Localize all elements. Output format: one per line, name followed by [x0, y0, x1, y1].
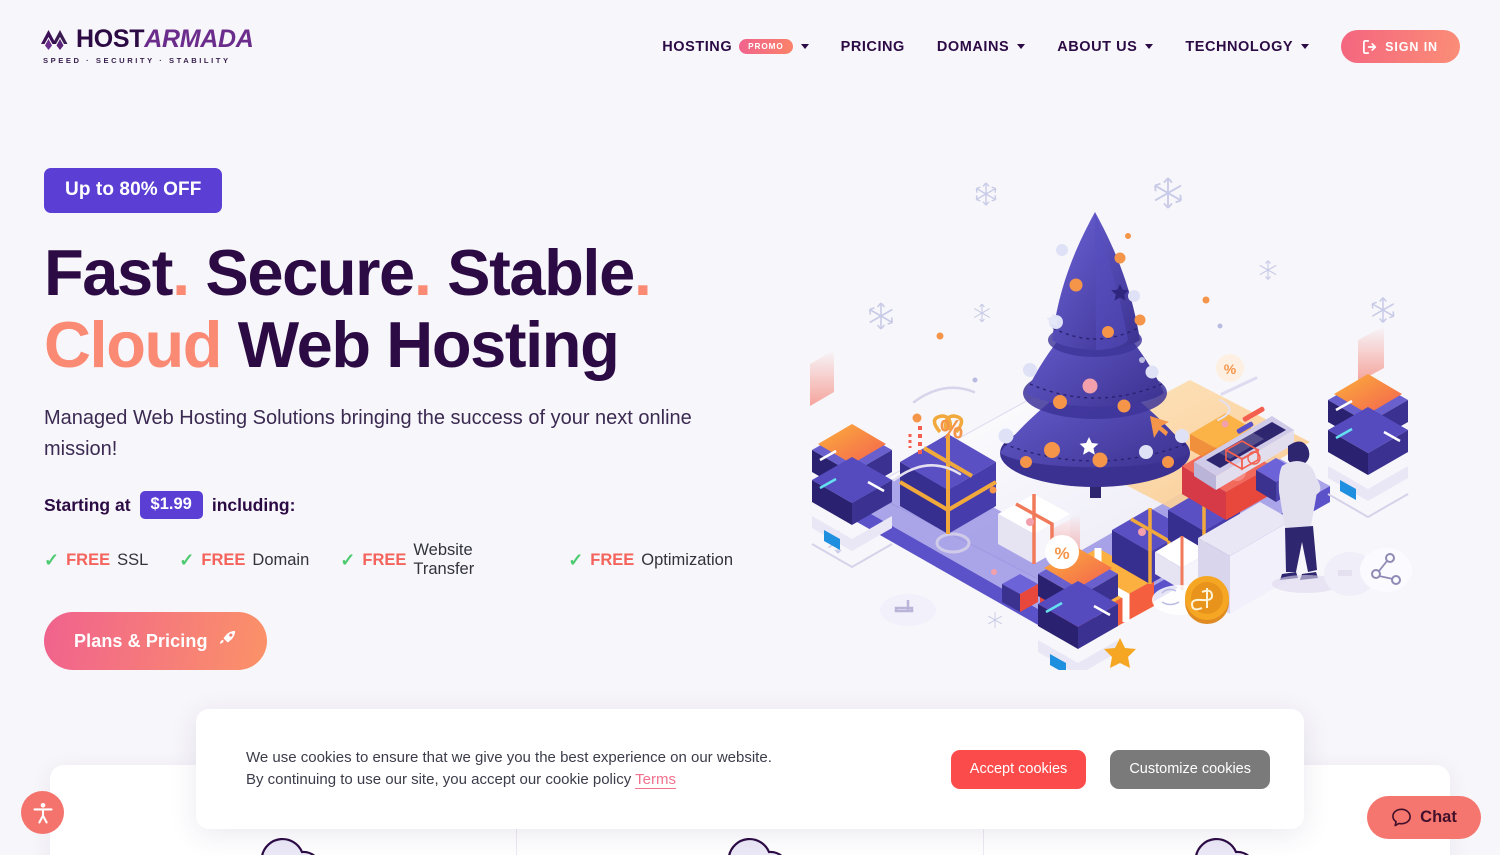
chat-bubble-icon — [1392, 808, 1412, 827]
cookie-line-2: By continuing to use our site, you accep… — [246, 771, 632, 788]
hero-subtitle: Managed Web Hosting Solutions bringing t… — [44, 407, 692, 460]
rocket-icon — [218, 629, 237, 653]
price-value-badge: $1.99 — [139, 491, 203, 520]
check-icon: ✓ — [340, 550, 356, 571]
price-prefix-label: Starting at — [44, 494, 131, 515]
accessibility-icon — [32, 802, 53, 823]
nav-item-pricing[interactable]: PRICING — [825, 39, 921, 55]
plans-and-pricing-button[interactable]: Plans & Pricing — [44, 612, 267, 671]
customize-cookies-button[interactable]: Customize cookies — [1110, 749, 1270, 789]
headline-word-cloud: Cloud — [44, 308, 223, 382]
terms-link[interactable]: Terms — [635, 771, 676, 788]
page-title: Fast. Secure. Stable. Cloud Web Hosting — [44, 236, 764, 382]
nav-label-domains: DOMAINS — [936, 38, 1010, 55]
hero-content: Up to 80% OFF Fast. Secure. Stable. Clou… — [44, 168, 764, 671]
feature-label: SSL — [117, 550, 149, 569]
chevron-down-icon — [800, 44, 809, 49]
cta-label: Plans & Pricing — [74, 630, 208, 651]
feature-label: Optimization — [641, 550, 733, 569]
isometric-christmas-hosting-illustration: % % % — [810, 177, 1412, 675]
hero-section: Up to 80% OFF Fast. Secure. Stable. Clou… — [0, 90, 1500, 675]
feature-label: Domain — [252, 550, 310, 569]
page-root: HOSTARMADA SPEED · SECURITY · STABILITY … — [0, 0, 1500, 855]
cookie-line-2-wrap: By continuing to use our site, you accep… — [246, 769, 927, 791]
logo-text-host: HOST — [76, 25, 145, 53]
headline-word-fast: Fast — [44, 236, 173, 309]
feature-item: ✓ FREE Optimization — [568, 551, 733, 570]
cookie-line-1: We use cookies to ensure that we give yo… — [246, 748, 772, 766]
nav-label-hosting: HOSTING — [662, 38, 733, 55]
feature-free-label: FREE — [362, 550, 407, 569]
feature-item: ✓ FREE Website Transfer — [340, 541, 537, 579]
sign-in-label: SIGN IN — [1385, 39, 1438, 54]
site-header: HOSTARMADA SPEED · SECURITY · STABILITY … — [0, 0, 1500, 90]
nav-label-pricing: PRICING — [840, 38, 905, 55]
nav-item-hosting[interactable]: HOSTING PROMO — [646, 39, 824, 55]
server-rack-right — [1327, 326, 1409, 519]
accessibility-button[interactable] — [21, 791, 64, 834]
hero-feature-list: ✓ FREE SSL ✓ FREE Domain ✓ FREE Website … — [44, 541, 764, 579]
server-rack-left — [810, 350, 893, 569]
check-icon: ✓ — [44, 550, 60, 571]
chevron-down-icon — [1301, 44, 1310, 49]
cookie-consent-banner: We use cookies to ensure that we give yo… — [196, 709, 1304, 829]
network-icon — [1324, 548, 1412, 596]
svg-text:%: % — [1224, 361, 1237, 377]
nav-label-technology: TECHNOLOGY — [1185, 38, 1294, 55]
site-logo[interactable]: HOSTARMADA SPEED · SECURITY · STABILITY — [40, 27, 254, 65]
nav-item-about-us[interactable]: ABOUT US — [1041, 39, 1169, 55]
armada-logo-icon — [41, 29, 68, 50]
chevron-down-icon — [1145, 44, 1154, 49]
feature-label: Website Transfer — [413, 541, 475, 579]
chevron-down-icon — [1017, 44, 1026, 49]
starting-price-line: Starting at $1.99 including: — [44, 491, 764, 520]
check-icon: ✓ — [179, 550, 195, 571]
offer-badge: Up to 80% OFF — [44, 168, 223, 213]
price-suffix-label: including: — [211, 494, 296, 515]
feature-free-label: FREE — [201, 550, 246, 569]
nav-label-about-us: ABOUT US — [1057, 38, 1138, 55]
check-icon: ✓ — [568, 550, 584, 571]
headline-word-stable: Stable — [447, 236, 635, 309]
feature-free-label: FREE — [66, 550, 111, 569]
logo-text-armada: ARMADA — [144, 25, 254, 53]
sign-in-button[interactable]: SIGN IN — [1341, 30, 1460, 63]
feature-item: ✓ FREE Domain — [179, 551, 309, 570]
feature-free-label: FREE — [590, 550, 635, 569]
feature-item: ✓ FREE SSL — [44, 551, 148, 570]
sign-in-icon — [1363, 39, 1377, 54]
hero-illustration: % % % — [790, 150, 1450, 675]
main-navigation: HOSTING PROMO PRICING DOMAINS ABOUT US T… — [646, 30, 1460, 63]
chat-label: Chat — [1420, 808, 1457, 826]
nav-item-technology[interactable]: TECHNOLOGY — [1169, 39, 1325, 55]
promo-badge: PROMO — [739, 38, 793, 55]
nav-item-domains[interactable]: DOMAINS — [921, 39, 1041, 55]
headline-dot-1: . — [172, 236, 190, 309]
cookie-message: We use cookies to ensure that we give yo… — [246, 747, 927, 791]
headline-word-web-hosting: Web Hosting — [237, 308, 620, 382]
accept-cookies-button[interactable]: Accept cookies — [950, 749, 1087, 789]
cloud-security-icon — [727, 837, 783, 855]
cloud-stability-icon — [1194, 837, 1250, 855]
chat-widget-button[interactable]: Chat — [1367, 796, 1481, 839]
headline-word-secure: Secure — [205, 236, 415, 309]
headline-dot-2: . — [413, 236, 432, 309]
headline-dot-3: . — [633, 236, 652, 309]
svg-text:%: % — [1054, 544, 1069, 563]
cloud-speed-icon — [260, 837, 316, 855]
logo-tagline: SPEED · SECURITY · STABILITY — [43, 56, 231, 65]
svg-text:%: % — [940, 414, 963, 444]
